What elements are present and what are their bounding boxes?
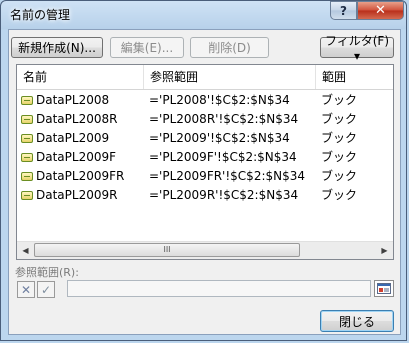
row-scope: ブック [321, 169, 358, 183]
row-ref: ='PL2009FR'!$C$2:$N$34 [149, 169, 306, 183]
row-name: DataPL2008 [36, 93, 110, 107]
column-header-scope[interactable]: 範囲 [315, 65, 393, 89]
collapse-dialog-icon[interactable] [374, 280, 394, 297]
row-scope: ブック [321, 188, 358, 202]
refers-to-field[interactable] [67, 280, 371, 297]
dialog-body: 新規作成(N)... 編集(E)... 削除(D) フィルタ(F) ▾ 名前 参… [8, 29, 401, 335]
row-ref: ='PL2009'!$C$2:$N$34 [149, 131, 290, 145]
row-ref: ='PL2008R'!$C$2:$N$34 [149, 112, 299, 126]
close-button[interactable]: 閉じる [320, 310, 394, 332]
column-header-refers-to[interactable]: 参照範囲 [143, 65, 315, 89]
row-name: DataPL2009F [36, 150, 117, 164]
list-item[interactable]: DataPL2009FR ='PL2009FR'!$C$2:$N$34 ブック [17, 167, 393, 186]
defined-name-icon [21, 96, 33, 105]
scroll-right-icon[interactable]: ▶ [376, 242, 393, 259]
defined-name-icon [21, 115, 33, 124]
column-header-name[interactable]: 名前 [17, 65, 143, 89]
defined-name-icon [21, 134, 33, 143]
list-item[interactable]: DataPL2008 ='PL2008'!$C$2:$N$34 ブック [17, 91, 393, 110]
defined-name-icon [21, 153, 33, 162]
names-list[interactable]: 名前 参照範囲 範囲 DataPL2008 ='PL2008'!$C$2:$N$… [16, 64, 394, 260]
list-item[interactable]: DataPL2009R ='PL2009R'!$C$2:$N$34 ブック [17, 186, 393, 205]
filter-dropdown-button[interactable]: フィルタ(F) ▾ [320, 34, 394, 63]
list-header: 名前 参照範囲 範囲 [17, 65, 393, 90]
confirm-edit-icon[interactable]: ✓ [37, 281, 55, 298]
row-ref: ='PL2009R'!$C$2:$N$34 [149, 188, 299, 202]
cancel-edit-icon[interactable]: ✕ [17, 281, 35, 298]
help-button[interactable]: ? [330, 1, 357, 20]
defined-name-icon [21, 191, 33, 200]
row-name: DataPL2009FR [36, 169, 125, 183]
scroll-thumb[interactable]: III [34, 243, 300, 257]
window-title: 名前の管理 [10, 8, 71, 22]
row-scope: ブック [321, 150, 358, 164]
refers-to-label: 参照範囲(R): [15, 266, 79, 279]
row-scope: ブック [321, 93, 358, 107]
row-name: DataPL2008R [36, 112, 118, 126]
close-window-button[interactable]: ✕ [357, 1, 404, 20]
edit-button[interactable]: 編集(E)... [110, 37, 184, 58]
row-scope: ブック [321, 112, 358, 126]
list-item[interactable]: DataPL2008R ='PL2008R'!$C$2:$N$34 ブック [17, 110, 393, 129]
row-scope: ブック [321, 131, 358, 145]
title-bar: 名前の管理 ? ✕ [1, 1, 406, 29]
horizontal-scrollbar[interactable]: ◀ III ▶ [17, 241, 393, 259]
list-item[interactable]: DataPL2009F ='PL2009F'!$C$2:$N$34 ブック [17, 148, 393, 167]
list-item[interactable]: DataPL2009 ='PL2009'!$C$2:$N$34 ブック [17, 129, 393, 148]
new-button[interactable]: 新規作成(N)... [11, 37, 103, 58]
row-ref: ='PL2008'!$C$2:$N$34 [149, 93, 290, 107]
scroll-left-icon[interactable]: ◀ [17, 242, 34, 259]
delete-button[interactable]: 削除(D) [190, 37, 269, 58]
row-name: DataPL2009R [36, 188, 118, 202]
defined-name-icon [21, 172, 33, 181]
name-manager-dialog: 名前の管理 ? ✕ 新規作成(N)... 編集(E)... 削除(D) フィルタ… [0, 0, 407, 341]
row-name: DataPL2009 [36, 131, 110, 145]
row-ref: ='PL2009F'!$C$2:$N$34 [149, 150, 297, 164]
